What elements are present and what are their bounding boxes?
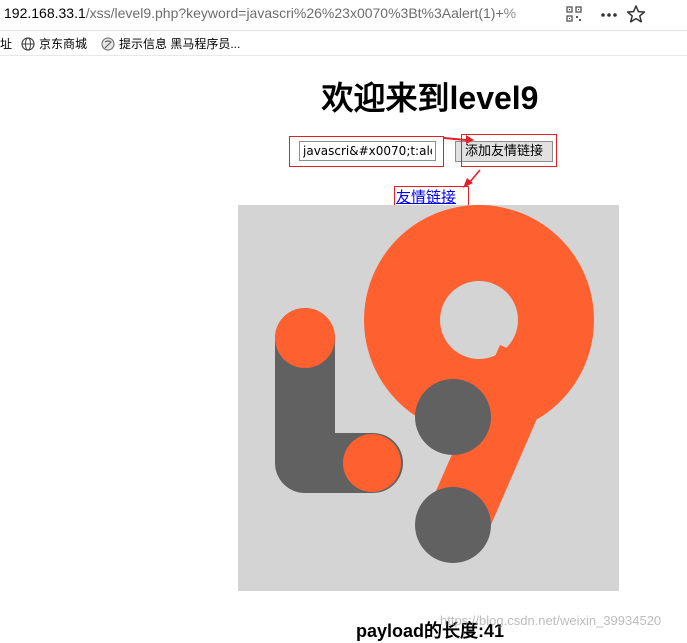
bookmark-item[interactable]: 址	[0, 35, 12, 52]
watermark: https://blog.csdn.net/weixin_39934520	[440, 613, 662, 628]
annotation-arrows	[443, 135, 481, 188]
bookmark-label: 京东商城	[39, 37, 88, 51]
bookmark-item-jd[interactable]: 京东商城	[21, 35, 87, 52]
url-field[interactable]: 192.168.33.1/xss/level9.php?keyword=java…	[4, 5, 544, 21]
page-icon	[101, 37, 115, 51]
level9-logo-image	[238, 205, 619, 591]
bookmark-item-hint[interactable]: 提示信息 黑马程序员...	[101, 35, 240, 52]
address-bar[interactable]: 192.168.33.1/xss/level9.php?keyword=java…	[0, 0, 687, 31]
globe-icon	[21, 37, 35, 51]
bookmarks-bar: 址 京东商城 提示信息 黑马程序员...	[0, 31, 687, 56]
more-icon[interactable]	[599, 4, 619, 24]
url-path: /xss/level9.php?keyword=javascri%26%23x0…	[85, 5, 517, 21]
qr-code-icon[interactable]	[564, 4, 584, 24]
page-title: 欢迎来到level9	[321, 80, 539, 116]
bookmark-label: 提示信息 黑马程序员...	[119, 37, 241, 51]
annotation-box-input	[289, 136, 444, 167]
url-fade	[500, 0, 550, 30]
star-icon[interactable]	[626, 4, 646, 24]
url-host: 192.168.33.1	[4, 5, 86, 21]
